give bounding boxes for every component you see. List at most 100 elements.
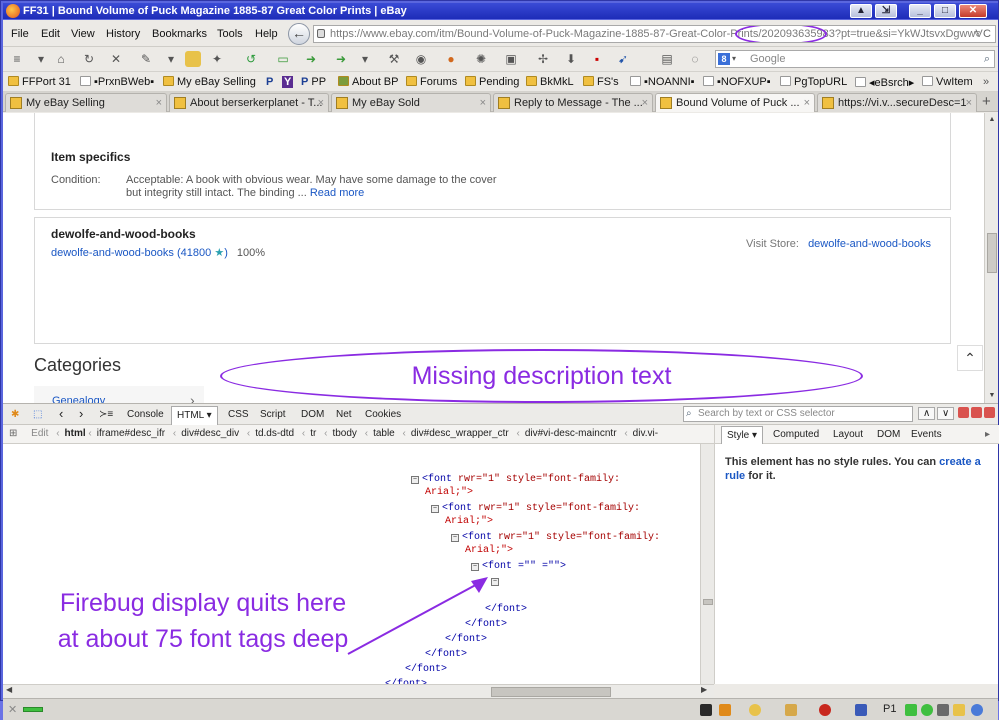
menu-edit[interactable]: Edit <box>41 28 60 40</box>
url-bar[interactable]: https://www.ebay.com/itm/Bound-Volume-of… <box>313 25 996 43</box>
close-tab-icon[interactable]: × <box>480 94 486 112</box>
code-line[interactable]: − <font rwr="1" style="font-family: <box>431 503 640 515</box>
crumb-div-vi[interactable]: div.vi- <box>633 428 658 439</box>
tab-my-ebay-sold[interactable]: My eBay Sold × <box>331 93 491 112</box>
screen-icon[interactable]: ▭ <box>275 51 291 67</box>
crumb-desc-wrapper[interactable]: div#desc_wrapper_ctr <box>411 428 509 439</box>
menu-file[interactable]: File <box>11 28 29 40</box>
panel-net[interactable]: Net <box>336 409 352 420</box>
panel-cookies[interactable]: Cookies <box>365 409 401 420</box>
side-tab-style[interactable]: Style ▾ <box>721 426 764 444</box>
inspect-icon[interactable]: ⬚ <box>33 409 42 420</box>
search-dropdown-icon[interactable]: ▾ <box>732 51 736 67</box>
status-tool-icon[interactable] <box>719 704 731 716</box>
stop-icon[interactable]: ✕ <box>108 51 124 67</box>
panel-script[interactable]: Script <box>260 409 286 420</box>
status-gear-icon[interactable] <box>937 704 949 716</box>
firebug-search-input[interactable]: ⌕ Search by text or CSS selector <box>683 406 913 422</box>
status-addon-icon[interactable] <box>785 704 797 716</box>
pin-icon[interactable]: ✢ <box>535 51 551 67</box>
folder-icon[interactable] <box>185 51 201 67</box>
bookmark-paypal-p[interactable]: P <box>266 76 273 88</box>
close-button[interactable]: ✕ <box>959 4 987 18</box>
forward-arrow-icon[interactable]: › <box>79 406 83 421</box>
crumb-tr[interactable]: tr <box>310 428 316 439</box>
tag-icon[interactable]: ➹ <box>615 51 631 67</box>
minimize-button[interactable]: _ <box>909 4 931 18</box>
store-link[interactable]: dewolfe-and-wood-books <box>808 238 931 250</box>
status-smiley-icon[interactable] <box>749 704 761 716</box>
bookmark-pending[interactable]: Pending <box>465 76 519 88</box>
tools-icon[interactable]: ✎ <box>138 51 154 67</box>
back-arrow-icon[interactable]: ‹ <box>59 406 63 421</box>
menu-bookmarks[interactable]: Bookmarks <box>152 28 207 40</box>
crumb-td[interactable]: td.ds-dtd <box>255 428 294 439</box>
read-more-link[interactable]: Read more <box>310 187 364 199</box>
firebug-html-hscrollbar[interactable]: ◀ ▶ <box>3 684 714 698</box>
search-next-icon[interactable]: ∨ <box>937 407 955 420</box>
status-key-icon[interactable] <box>953 704 965 716</box>
side-tab-events[interactable]: Events <box>911 429 942 440</box>
status-check-icon[interactable] <box>921 704 933 716</box>
code-line[interactable]: − <font rwr="1" style="font-family: <box>451 532 660 544</box>
close-tab-icon[interactable]: × <box>966 94 972 112</box>
wrench-icon[interactable]: ⚒ <box>386 51 402 67</box>
page-scrollbar[interactable]: ▲ ▼ <box>984 113 998 403</box>
wand-icon[interactable]: ✦ <box>209 51 225 67</box>
tab-bound-volume-of-puck[interactable]: Bound Volume of Puck ... × <box>655 93 815 112</box>
seller-name-link[interactable]: dewolfe-and-wood-books <box>51 247 174 259</box>
firebug-html-scrollbar[interactable] <box>700 444 714 684</box>
crumb-vi-desc-maincntr[interactable]: div#vi-desc-maincntr <box>525 428 617 439</box>
bookmark-fss[interactable]: FS's <box>583 76 619 88</box>
close-tab-icon[interactable]: × <box>318 94 324 112</box>
detach-firebug-icon[interactable] <box>971 407 982 418</box>
firebug-icon[interactable]: ✱ <box>11 409 19 420</box>
crumb-tbody[interactable]: tbody <box>332 428 356 439</box>
tab-reply-to-message[interactable]: Reply to Message - The ... × <box>493 93 653 112</box>
panel-css[interactable]: CSS <box>228 409 249 420</box>
bookmark-pgtopurl[interactable]: PgTopURL <box>780 76 847 88</box>
bookmark-vwitem[interactable]: VwItem <box>922 76 973 88</box>
status-green-icon[interactable] <box>905 704 917 716</box>
menu-help[interactable]: Help <box>255 28 278 40</box>
close-tab-icon[interactable]: × <box>156 94 162 112</box>
search-icon[interactable]: ⌕ <box>984 51 990 67</box>
forward-green-icon-2[interactable]: ➜ <box>333 51 349 67</box>
back-button[interactable]: ← <box>288 23 310 45</box>
home-icon[interactable]: ⌂ <box>53 51 69 67</box>
refresh-green-icon[interactable]: ↺ <box>243 51 259 67</box>
url-end-icons[interactable]: ▿ C <box>974 26 991 42</box>
tab-about-berserkerplanet[interactable]: About berserkerplanet - T... × <box>169 93 329 112</box>
page-icon[interactable]: ▣ <box>503 51 519 67</box>
side-tabs-more-icon[interactable]: ▸ <box>985 429 990 440</box>
block-icon[interactable]: ▪ <box>589 51 605 67</box>
collapse-toggle-icon[interactable]: − <box>451 534 459 542</box>
scroll-down-icon[interactable]: ▼ <box>987 391 997 401</box>
new-tab-icon[interactable]: + <box>982 93 991 110</box>
pane-icon[interactable]: ⊞ <box>9 428 17 439</box>
menu-view[interactable]: View <box>71 28 95 40</box>
side-tab-computed[interactable]: Computed <box>773 429 819 440</box>
status-s2-icon[interactable] <box>855 704 867 716</box>
screen-capture-icon[interactable]: ▤ <box>659 51 675 67</box>
side-tab-layout[interactable]: Layout <box>833 429 863 440</box>
settings-icon[interactable]: ✺ <box>473 51 489 67</box>
bookmark-bkmkl[interactable]: BkMkL <box>526 76 574 88</box>
dropdown-icon-2[interactable]: ▾ <box>163 51 179 67</box>
addon-icon[interactable]: ◌ <box>687 51 703 67</box>
seller-score[interactable]: (41800 <box>177 247 211 259</box>
category-row[interactable]: Genealogy › <box>34 386 204 403</box>
bookmark-ffport[interactable]: FFPort 31 <box>8 76 71 88</box>
cookie-icon[interactable]: ● <box>443 51 459 67</box>
dropdown-icon-3[interactable]: ▾ <box>357 51 373 67</box>
crumb-html[interactable]: html <box>65 428 86 439</box>
scroll-left-icon[interactable]: ◀ <box>6 685 12 694</box>
reload-icon[interactable]: ↻ <box>81 51 97 67</box>
status-close-icon[interactable]: ✕ <box>8 703 17 716</box>
download-icon[interactable]: ⬇ <box>563 51 579 67</box>
bookmark-prxnbweb[interactable]: ▪PrxnBWeb▪ <box>80 76 154 88</box>
scrollbar-thumb[interactable] <box>987 233 997 273</box>
scrollbar-thumb[interactable] <box>703 599 713 605</box>
bookmark-pp[interactable]: P PP <box>301 76 326 88</box>
menu-history[interactable]: History <box>106 28 140 40</box>
